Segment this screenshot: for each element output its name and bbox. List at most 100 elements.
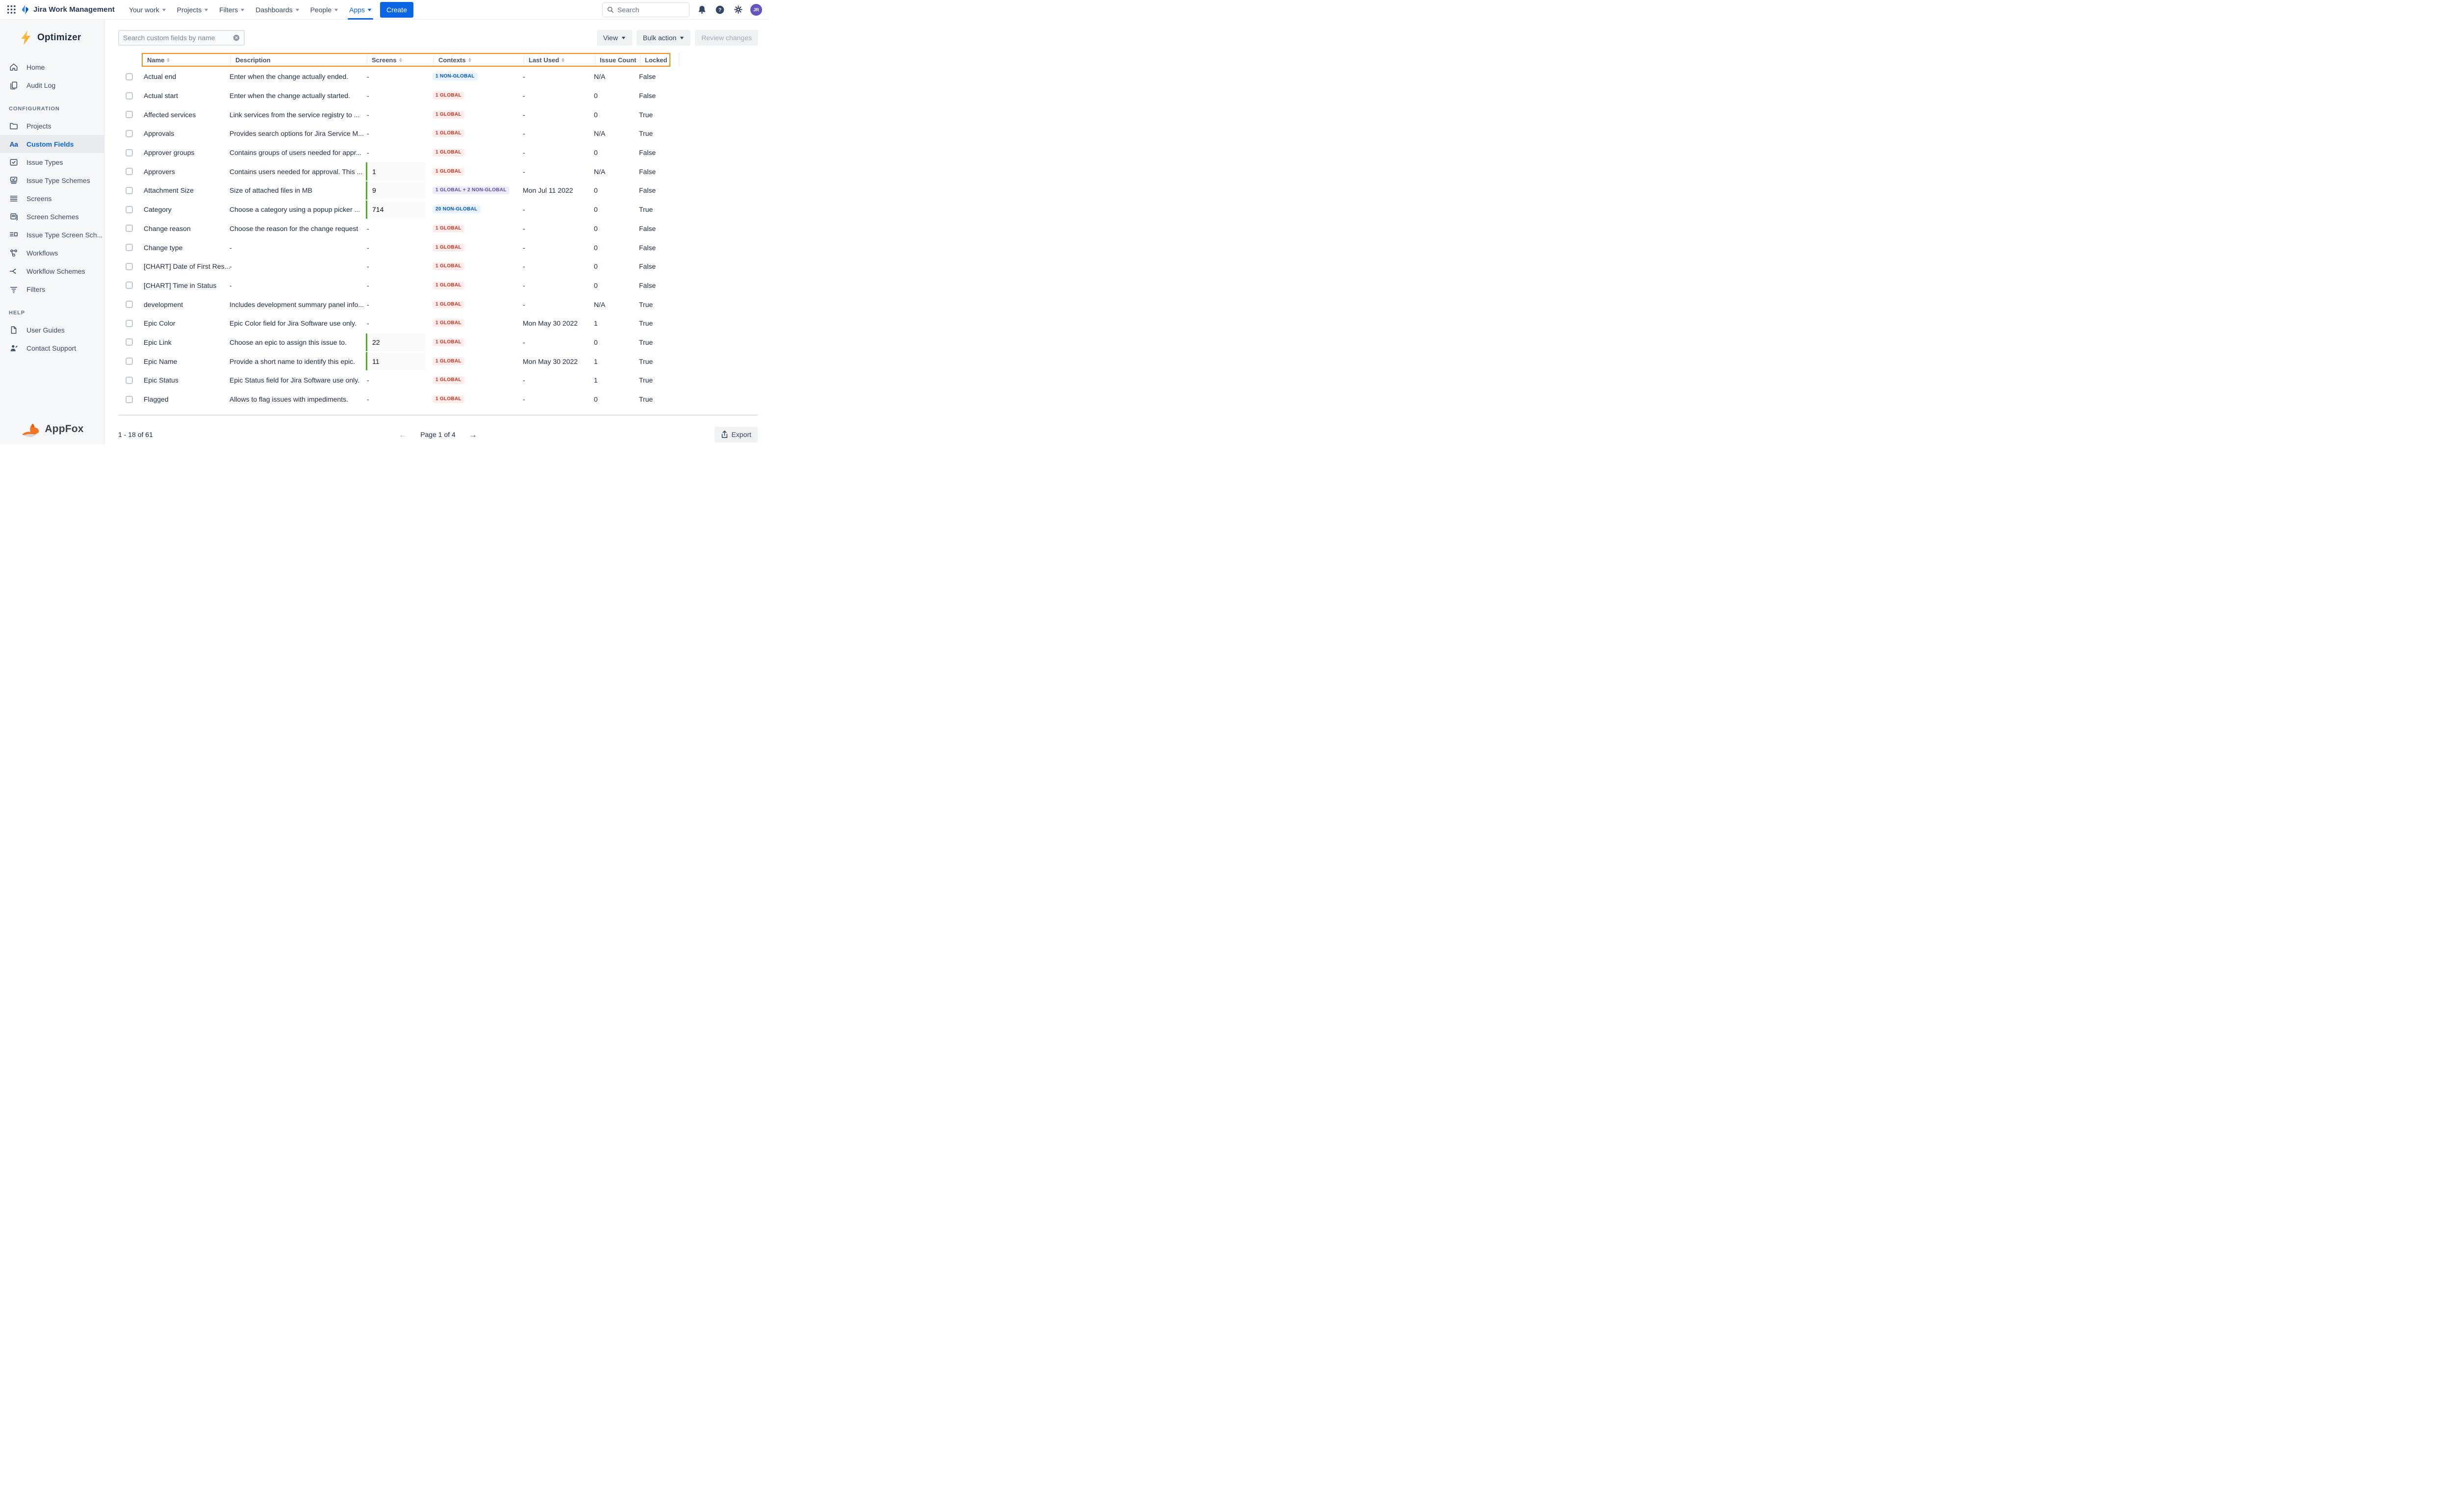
issue-count-cell: 0 bbox=[594, 200, 639, 219]
clear-search-icon[interactable] bbox=[233, 34, 240, 41]
field-name-cell: Approvals bbox=[142, 124, 230, 143]
settings-gear-icon[interactable] bbox=[732, 4, 744, 16]
column-header-last[interactable]: Last Used bbox=[524, 55, 595, 64]
sidebar-item-audit-log[interactable]: Audit Log bbox=[0, 76, 104, 94]
global-search[interactable] bbox=[602, 2, 690, 17]
sidebar-item-filters[interactable]: Filters bbox=[0, 280, 104, 298]
row-checkbox[interactable] bbox=[126, 225, 133, 232]
last-used-cell: - bbox=[523, 143, 594, 162]
topmenu-item-dashboards[interactable]: Dashboards▼ bbox=[250, 0, 305, 20]
sidebar-item-issue-type-screen-sch[interactable]: Issue Type Screen Sch... bbox=[0, 226, 104, 244]
row-checkbox[interactable] bbox=[126, 244, 133, 251]
sidebar-item-contact-support[interactable]: Contact Support bbox=[0, 339, 104, 357]
row-checkbox[interactable] bbox=[126, 282, 133, 289]
column-header-label: Locked bbox=[645, 56, 667, 64]
contexts-cell: 20 NON-GLOBAL bbox=[433, 200, 523, 219]
table-row: developmentIncludes development summary … bbox=[118, 295, 758, 314]
sidebar-item-workflows[interactable]: Workflows bbox=[0, 244, 104, 262]
topmenu-item-apps[interactable]: Apps▼ bbox=[344, 0, 377, 20]
screens-cell: 1 bbox=[366, 162, 433, 181]
contexts-cell: 1 GLOBAL bbox=[433, 390, 523, 409]
previous-page-arrow-icon[interactable]: ← bbox=[399, 431, 407, 439]
sidebar-item-label: Filters bbox=[26, 285, 45, 293]
user-avatar[interactable]: JR bbox=[750, 4, 762, 16]
custom-fields-search-input[interactable] bbox=[123, 34, 233, 42]
row-checkbox[interactable] bbox=[126, 149, 133, 156]
issue-count-cell: 0 bbox=[594, 219, 639, 238]
row-checkbox[interactable] bbox=[126, 92, 133, 100]
context-badge: 1 GLOBAL + 2 NON-GLOBAL bbox=[433, 186, 510, 194]
row-checkbox[interactable] bbox=[126, 358, 133, 365]
app-switcher-icon[interactable] bbox=[5, 3, 18, 16]
field-description-cell: Choose the reason for the change request bbox=[230, 219, 366, 238]
row-checkbox[interactable] bbox=[126, 130, 133, 137]
context-badge: 1 GLOBAL bbox=[433, 338, 464, 346]
next-page-arrow-icon[interactable]: → bbox=[469, 431, 477, 439]
sidebar-item-label: Screen Schemes bbox=[26, 213, 79, 221]
row-checkbox[interactable] bbox=[126, 301, 133, 308]
topmenu-item-people[interactable]: People▼ bbox=[305, 0, 344, 20]
row-checkbox[interactable] bbox=[126, 320, 133, 327]
sidebar-item-issue-types[interactable]: Issue Types bbox=[0, 153, 104, 171]
chevron-down-icon: ▼ bbox=[294, 7, 300, 12]
sidebar-item-screens[interactable]: Screens bbox=[0, 189, 104, 207]
row-checkbox[interactable] bbox=[126, 206, 133, 213]
help-icon[interactable]: ? bbox=[714, 4, 726, 16]
review-changes-button[interactable]: Review changes bbox=[695, 30, 758, 46]
row-checkbox[interactable] bbox=[126, 396, 133, 403]
row-checkbox[interactable] bbox=[126, 111, 133, 118]
field-description-cell: Choose a category using a popup picker .… bbox=[230, 200, 366, 219]
field-description-cell: Contains users needed for approval. This… bbox=[230, 162, 366, 181]
locked-cell: False bbox=[639, 276, 668, 295]
row-checkbox[interactable] bbox=[126, 187, 133, 194]
bulk-action-dropdown-button[interactable]: Bulk action▼ bbox=[637, 30, 690, 46]
issue-count-cell: N/A bbox=[594, 162, 639, 181]
user-guides-icon bbox=[9, 325, 19, 335]
sidebar-item-home[interactable]: Home bbox=[0, 58, 104, 76]
notification-bell-icon[interactable] bbox=[696, 4, 708, 16]
sidebar-item-issue-type-schemes[interactable]: Issue Type Schemes bbox=[0, 171, 104, 189]
screens-cell: - bbox=[366, 143, 433, 162]
topmenu-item-projects[interactable]: Projects▼ bbox=[172, 0, 214, 20]
issue-count-cell: 1 bbox=[594, 314, 639, 333]
screens-count: - bbox=[366, 295, 369, 314]
screens-count: - bbox=[366, 67, 369, 86]
screens-cell: - bbox=[366, 371, 433, 390]
create-button[interactable]: Create bbox=[380, 2, 413, 18]
sidebar-item-label: Audit Log bbox=[26, 81, 55, 89]
row-checkbox[interactable] bbox=[126, 263, 133, 270]
field-description-cell: Size of attached files in MB bbox=[230, 181, 366, 200]
row-checkbox[interactable] bbox=[126, 338, 133, 346]
topmenu-item-filters[interactable]: Filters▼ bbox=[214, 0, 250, 20]
screens-count: - bbox=[366, 390, 369, 409]
field-description-cell: Enter when the change actually started. bbox=[230, 86, 366, 105]
topmenu-label: Your work bbox=[129, 6, 159, 14]
row-checkbox[interactable] bbox=[126, 168, 133, 175]
sidebar-item-custom-fields[interactable]: AaCustom Fields bbox=[0, 135, 104, 153]
sidebar-item-user-guides[interactable]: User Guides bbox=[0, 321, 104, 339]
table-row: Epic ColorEpic Color field for Jira Soft… bbox=[118, 314, 758, 333]
sort-arrows-icon bbox=[562, 58, 564, 62]
optimizer-app-name: Optimizer bbox=[37, 32, 81, 43]
global-search-input[interactable] bbox=[617, 6, 676, 14]
column-header-screens[interactable]: Screens bbox=[367, 55, 434, 64]
chevron-down-icon: ▼ bbox=[679, 35, 685, 40]
column-header-name[interactable]: Name bbox=[143, 55, 230, 64]
issue-count-cell: 1 bbox=[594, 371, 639, 390]
contexts-cell: 1 GLOBAL bbox=[433, 105, 523, 124]
sidebar-item-workflow-schemes[interactable]: Workflow Schemes bbox=[0, 262, 104, 280]
row-checkbox[interactable] bbox=[126, 377, 133, 384]
column-header-contexts[interactable]: Contexts bbox=[434, 55, 524, 64]
view-dropdown-button[interactable]: View▼ bbox=[597, 30, 632, 46]
sidebar-item-label: Screens bbox=[26, 195, 51, 203]
export-button[interactable]: Export bbox=[715, 427, 758, 442]
custom-fields-search[interactable] bbox=[118, 30, 245, 46]
topmenu-item-your-work[interactable]: Your work▼ bbox=[124, 0, 172, 20]
screens-cell: 11 bbox=[366, 352, 433, 371]
sidebar-item-projects[interactable]: Projects bbox=[0, 117, 104, 135]
screens-cell: - bbox=[366, 276, 433, 295]
jira-logo[interactable]: Jira Work Management bbox=[21, 4, 115, 15]
row-checkbox[interactable] bbox=[126, 73, 133, 80]
sidebar-item-screen-schemes[interactable]: Screen Schemes bbox=[0, 207, 104, 226]
field-description-cell: Includes development summary panel info.… bbox=[230, 295, 366, 314]
